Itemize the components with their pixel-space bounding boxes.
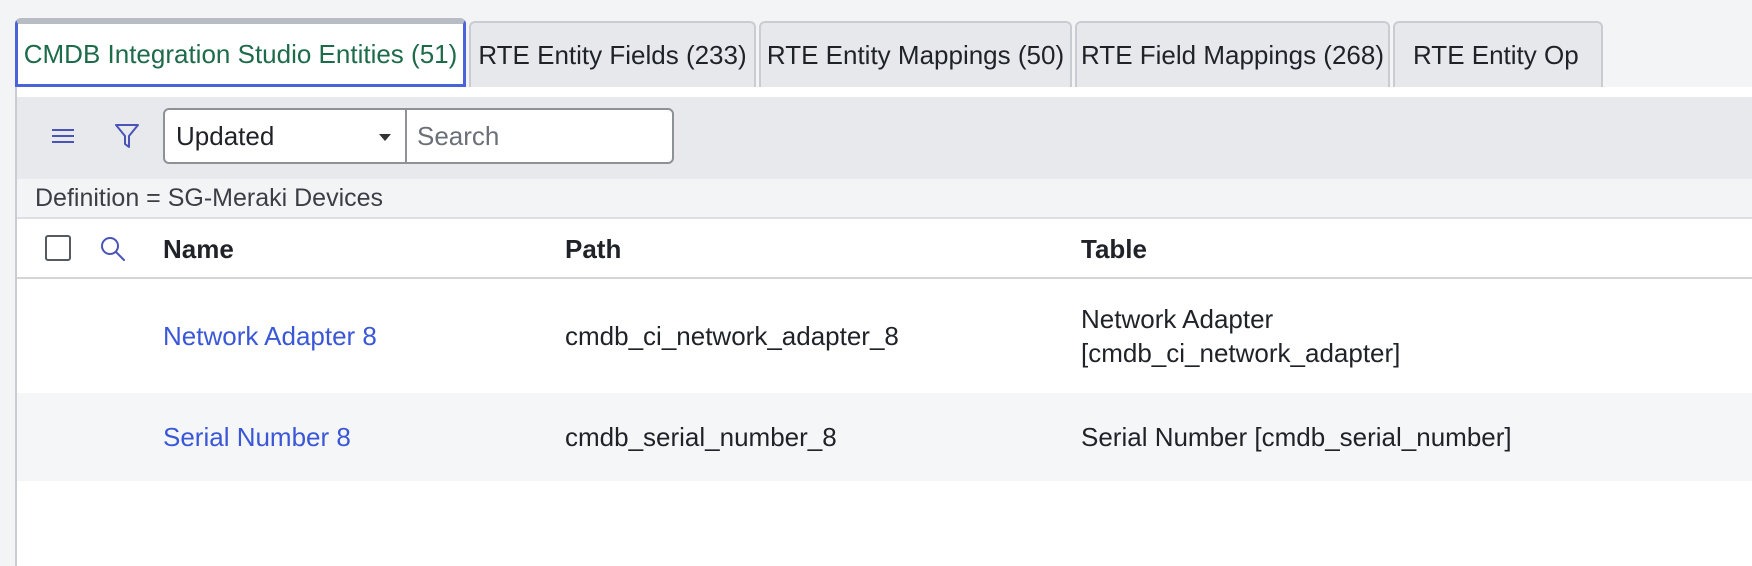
tab-rte-field-mappings[interactable]: RTE Field Mappings (268) — [1075, 21, 1390, 87]
sort-field-select[interactable]: Updated — [163, 108, 407, 164]
tab-label: RTE Field Mappings (268) — [1081, 39, 1384, 70]
row-name-link[interactable]: Serial Number 8 — [163, 393, 351, 481]
chevron-down-icon — [379, 134, 391, 141]
column-header-table[interactable]: Table — [1081, 221, 1147, 277]
hamburger-menu-icon[interactable] — [41, 114, 85, 158]
table-row: Network Adapter 8 cmdb_ci_network_adapte… — [17, 279, 1752, 393]
filter-condition[interactable]: Definition = SG-Meraki Devices — [35, 184, 383, 213]
tab-label: RTE Entity Mappings (50) — [766, 39, 1065, 70]
list-toolbar: Updated — [17, 97, 1752, 179]
row-table: Network Adapter [cmdb_ci_network_adapter… — [1081, 304, 1401, 368]
tab-label: RTE Entity Op — [1413, 39, 1579, 70]
tab-cmdb-integration-studio-entities[interactable]: CMDB Integration Studio Entities (51) — [15, 18, 466, 87]
list-panel: Updated Definition = SG-Meraki Devices N… — [15, 87, 1752, 566]
search-icon[interactable] — [91, 227, 135, 271]
table-header-row: Name Path Table — [17, 221, 1752, 279]
tab-bar: CMDB Integration Studio Entities (51) RT… — [15, 18, 1606, 87]
sort-field-value: Updated — [176, 120, 275, 151]
tab-rte-entity-fields[interactable]: RTE Entity Fields (233) — [469, 21, 756, 87]
filter-breadcrumb: Definition = SG-Meraki Devices — [17, 179, 1752, 219]
row-name-link[interactable]: Network Adapter 8 — [163, 279, 377, 393]
column-header-path[interactable]: Path — [565, 221, 621, 277]
tab-label: RTE Entity Fields (233) — [478, 39, 747, 70]
tab-rte-entity-operations[interactable]: RTE Entity Op — [1393, 21, 1603, 87]
tab-label: CMDB Integration Studio Entities (51) — [23, 38, 458, 69]
table-row: Serial Number 8 cmdb_serial_number_8 Ser… — [17, 393, 1752, 481]
row-table: Serial Number [cmdb_serial_number] — [1081, 421, 1512, 452]
filter-funnel-icon[interactable] — [105, 114, 149, 158]
search-input[interactable] — [405, 108, 674, 164]
row-path: cmdb_serial_number_8 — [565, 421, 837, 452]
column-header-name[interactable]: Name — [163, 221, 234, 277]
row-path: cmdb_ci_network_adapter_8 — [565, 320, 899, 351]
select-all-checkbox[interactable] — [45, 235, 71, 261]
tab-rte-entity-mappings[interactable]: RTE Entity Mappings (50) — [759, 21, 1072, 87]
